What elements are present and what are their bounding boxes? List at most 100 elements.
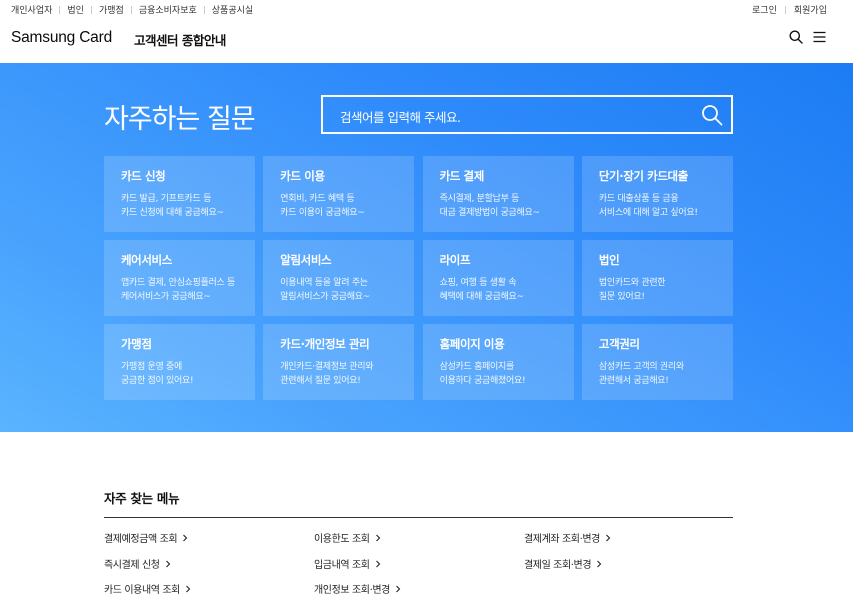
faq-card-merchant[interactable]: 가맹점 가맹점 운영 중에 궁금한 점이 있어요! <box>104 324 255 400</box>
card-description: 삼성카드 고객의 권리와 <box>598 362 684 372</box>
utility-bar: 개인사업자 법인 가맹점 금융소비자보호 상품공시실 로그인 회원가입 <box>0 0 853 18</box>
divider <box>784 5 786 14</box>
faq-card-homepage[interactable]: 홈페이지 이용 삼성카드 홈페이지를 이용하다 궁금해졌어요! <box>422 324 574 400</box>
card-description: 법인카드와 관련한 <box>598 278 666 288</box>
card-description: 카드 대출상품 등 금융 <box>598 194 679 204</box>
frequent-menu-link[interactable]: 결제일 조회·변경 <box>524 556 603 571</box>
card-description: 혜택에 대해 궁금해요~ <box>439 291 524 302</box>
card-title: 가맹점 <box>121 337 152 351</box>
card-description: 개인카드·결제정보 관리와 <box>280 362 374 372</box>
card-title: 카드 신청 <box>121 169 166 183</box>
faq-card-corporate[interactable]: 법인 법인카드와 관련한 질문 있어요! <box>581 240 733 316</box>
frequent-menu-link[interactable]: 즉시결제 신청 <box>104 556 172 571</box>
faq-title: 자주하는 질문 <box>104 104 256 135</box>
card-title: 카드 이용 <box>280 169 325 183</box>
faq-card-privacy[interactable]: 카드·개인정보 관리 개인카드·결제정보 관리와 관련해서 질문 있어요! <box>263 324 415 400</box>
card-description: 앱카드 결제, 안심쇼핑플러스 등 <box>121 278 235 288</box>
card-title: 단기·장기 카드대출 <box>598 169 688 183</box>
chevron-right-icon <box>186 585 191 592</box>
hamburger-menu-icon[interactable] <box>813 31 826 43</box>
faq-search-box: 검색어를 입력해 주세요. <box>321 95 733 134</box>
faq-card-care-service[interactable]: 케어서비스 앱카드 결제, 안심쇼핑플러스 등 케어서비스가 궁금해요~ <box>104 240 255 316</box>
card-description: 서비스에 대해 알고 싶어요! <box>598 207 698 218</box>
card-description: 카드 발급, 기프트카드 등 <box>121 194 212 204</box>
card-description: 쇼핑, 여행 등 생활 속 <box>439 278 517 288</box>
faq-card-card-usage[interactable]: 카드 이용 연회비, 카드 혜택 등 카드 이용이 궁금해요~ <box>263 156 415 232</box>
card-description: 대금 결제방법이 궁금해요~ <box>439 207 540 218</box>
card-title: 카드 결제 <box>439 169 485 183</box>
card-title: 카드·개인정보 관리 <box>280 337 370 351</box>
card-description: 이용하다 궁금해졌어요! <box>439 375 526 386</box>
util-link-individual-business[interactable]: 개인사업자 <box>11 3 52 16</box>
card-title: 알림서비스 <box>280 253 332 267</box>
frequent-menu-link[interactable]: 이용한도 조회 <box>314 530 382 545</box>
card-description: 카드 이용이 궁금해요~ <box>280 207 365 218</box>
util-link-merchant[interactable]: 가맹점 <box>99 3 124 16</box>
page-title[interactable]: 고객센터 종합안내 <box>134 30 226 49</box>
chevron-right-icon <box>597 560 602 567</box>
util-link-product-disclosure[interactable]: 상품공시실 <box>212 3 253 16</box>
link-label: 이용한도 조회 <box>314 534 370 545</box>
divider <box>59 5 61 14</box>
card-description: 알림서비스가 궁금해요~ <box>280 291 370 302</box>
frequent-menu-link[interactable]: 결제계좌 조회·변경 <box>524 530 612 545</box>
faq-card-customer-rights[interactable]: 고객권리 삼성카드 고객의 권리와 관련해서 궁금해요! <box>581 324 733 400</box>
chevron-right-icon <box>606 534 611 541</box>
util-link-consumer-protection[interactable]: 금융소비자보호 <box>139 3 197 16</box>
search-icon[interactable] <box>701 104 723 126</box>
frequent-menu-link[interactable]: 입금내역 조회 <box>314 556 382 571</box>
divider <box>90 5 92 14</box>
faq-card-alert-service[interactable]: 알림서비스 이용내역 등을 알려 주는 알림서비스가 궁금해요~ <box>263 240 415 316</box>
faq-card-life[interactable]: 라이프 쇼핑, 여행 등 생활 속 혜택에 대해 궁금해요~ <box>422 240 574 316</box>
chevron-right-icon <box>375 560 380 567</box>
faq-card-card-application[interactable]: 카드 신청 카드 발급, 기프트카드 등 카드 신청에 대해 궁금해요~ <box>104 156 255 232</box>
faq-card-card-payment[interactable]: 카드 결제 즉시결제, 분할납부 등 대금 결제방법이 궁금해요~ <box>422 156 574 232</box>
chevron-right-icon <box>396 585 401 592</box>
card-description: 궁금한 점이 있어요! <box>121 375 194 386</box>
faq-hero: 자주하는 질문 검색어를 입력해 주세요. 카드 신청 카드 발급, 기프트카드… <box>0 63 853 432</box>
faq-search-input[interactable] <box>323 97 693 132</box>
card-title: 법인 <box>598 253 620 267</box>
card-description: 관련해서 궁금해요! <box>598 375 669 386</box>
card-title: 라이프 <box>439 253 471 267</box>
card-description: 관련해서 질문 있어요! <box>280 375 361 386</box>
link-label: 카드 이용내역 조회 <box>104 585 180 596</box>
card-description: 삼성카드 홈페이지를 <box>439 362 515 372</box>
card-title: 고객권리 <box>598 337 640 351</box>
chevron-right-icon <box>165 560 170 567</box>
frequent-menu-link[interactable]: 개인정보 조회·변경 <box>314 581 402 596</box>
link-label: 입금내역 조회 <box>314 560 370 571</box>
card-description: 카드 신청에 대해 궁금해요~ <box>121 207 224 218</box>
link-label: 즉시결제 신청 <box>104 560 160 571</box>
signup-link[interactable]: 회원가입 <box>794 3 827 16</box>
samsung-card-logo[interactable]: Samsung Card <box>11 29 112 47</box>
frequent-menu-title: 자주 찾는 메뉴 <box>104 491 180 506</box>
card-title: 케어서비스 <box>121 253 172 267</box>
divider <box>203 5 205 14</box>
login-link[interactable]: 로그인 <box>752 3 777 16</box>
divider <box>104 517 733 518</box>
link-label: 결제일 조회·변경 <box>524 560 592 571</box>
card-description: 가맹점 운영 중에 <box>121 362 182 372</box>
frequent-menu-link[interactable]: 카드 이용내역 조회 <box>104 581 192 596</box>
faq-card-card-loan[interactable]: 단기·장기 카드대출 카드 대출상품 등 금융 서비스에 대해 알고 싶어요! <box>581 156 733 232</box>
utility-links-left: 개인사업자 법인 가맹점 금융소비자보호 상품공시실 <box>11 3 253 16</box>
chevron-right-icon <box>375 534 380 541</box>
link-label: 결제계좌 조회·변경 <box>524 534 600 545</box>
search-icon[interactable] <box>789 30 803 44</box>
site-header: Samsung Card 고객센터 종합안내 <box>0 20 853 62</box>
card-description: 이용내역 등을 알려 주는 <box>280 278 368 288</box>
card-description: 케어서비스가 궁금해요~ <box>121 291 211 302</box>
utility-links-right: 로그인 회원가입 <box>752 3 827 16</box>
chevron-right-icon <box>183 534 188 541</box>
divider <box>130 5 132 14</box>
card-title: 홈페이지 이용 <box>439 337 505 351</box>
util-link-corporate[interactable]: 법인 <box>67 3 84 16</box>
link-label: 개인정보 조회·변경 <box>314 585 390 596</box>
card-description: 연회비, 카드 혜택 등 <box>280 194 355 204</box>
link-label: 결제예정금액 조회 <box>104 534 178 545</box>
card-description: 즉시결제, 분할납부 등 <box>439 194 520 204</box>
faq-category-grid: 카드 신청 카드 발급, 기프트카드 등 카드 신청에 대해 궁금해요~ 카드 … <box>104 156 733 400</box>
frequent-menu-link[interactable]: 결제예정금액 조회 <box>104 530 189 545</box>
card-description: 질문 있어요! <box>598 291 645 302</box>
